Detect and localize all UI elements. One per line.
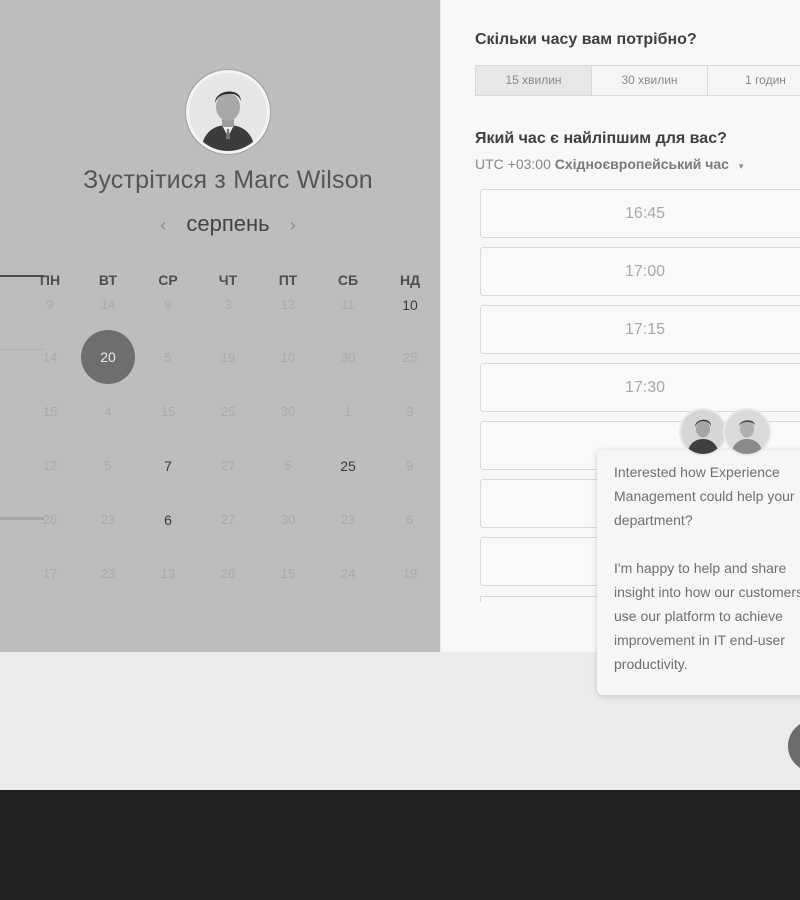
booking-panel: Зустрітися з Marc Wilson ‹ серпень › ПН В… xyxy=(0,0,440,652)
chevron-left-icon[interactable]: ‹ xyxy=(160,215,166,235)
calendar-day[interactable]: 11 xyxy=(328,297,368,312)
calendar-day[interactable]: 15 xyxy=(268,566,308,581)
month-navigation: ‹ серпень › xyxy=(0,211,440,237)
chat-line: department? xyxy=(614,512,693,528)
calendar-day[interactable]: 4 xyxy=(88,404,128,419)
calendar-day[interactable]: 19 xyxy=(390,566,430,581)
calendar-day[interactable]: 12 xyxy=(30,458,70,473)
calendar-day[interactable]: 10 xyxy=(390,297,430,313)
weekday-label: ПТ xyxy=(278,272,298,288)
calendar-day[interactable]: 3 xyxy=(208,297,248,312)
calendar-day[interactable]: 1 xyxy=(328,404,368,419)
timezone-selector[interactable]: UTC +03:00 Східноєвропейський час ▾ xyxy=(475,156,743,172)
agent-avatar xyxy=(723,408,771,456)
calendar-day[interactable]: 5 xyxy=(268,458,308,473)
chat-line: I'm happy to help and share xyxy=(614,560,787,576)
calendar-day[interactable]: 13 xyxy=(148,566,188,581)
time-heading: Який час є найліпшим для вас? xyxy=(475,130,727,147)
person-portrait-icon xyxy=(725,410,769,454)
calendar-day[interactable]: 27 xyxy=(208,458,248,473)
time-slot[interactable]: 17:30 xyxy=(480,363,800,412)
chat-agents xyxy=(677,408,773,460)
person-portrait-icon xyxy=(681,410,725,454)
calendar-day[interactable]: 3 xyxy=(390,404,430,419)
caret-down-icon: ▾ xyxy=(738,161,744,171)
chat-line: Management could help your xyxy=(614,488,795,504)
time-slot[interactable]: 17:15 xyxy=(480,305,800,354)
weekday-label: СБ xyxy=(337,272,359,288)
weekday-label: ЧТ xyxy=(218,272,238,288)
calendar-day[interactable]: 15 xyxy=(148,404,188,419)
calendar-day[interactable]: 15 xyxy=(30,404,70,419)
timezone-offset: UTC +03:00 xyxy=(475,156,551,172)
calendar-day[interactable]: 7 xyxy=(148,458,188,474)
chevron-right-icon[interactable]: › xyxy=(290,215,296,235)
calendar-day[interactable]: 26 xyxy=(208,566,248,581)
calendar-day[interactable]: 14 xyxy=(30,350,70,365)
chat-message: Interested how Experience Management cou… xyxy=(614,460,800,700)
calendar-day[interactable]: 6 xyxy=(148,512,188,528)
calendar-day[interactable]: 9 xyxy=(390,458,430,473)
chat-popup[interactable]: Interested how Experience Management cou… xyxy=(597,450,800,695)
calendar-day[interactable]: 17 xyxy=(30,566,70,581)
calendar-day[interactable]: 24 xyxy=(328,566,368,581)
calendar-day[interactable]: 25 xyxy=(328,458,368,474)
chat-line: Interested how Experience xyxy=(614,464,780,480)
calendar-day[interactable]: 13 xyxy=(268,297,308,312)
calendar-day[interactable]: 9 xyxy=(148,297,188,312)
time-slot[interactable]: 16:45 xyxy=(480,189,800,238)
weekday-label: НД xyxy=(399,272,421,288)
calendar-day[interactable]: 27 xyxy=(208,512,248,527)
chat-line: improvement in IT end-user xyxy=(614,632,785,648)
current-month: серпень xyxy=(186,211,270,236)
duration-heading: Скільки часу вам потрібно? xyxy=(475,31,697,48)
footer-bar xyxy=(0,790,800,900)
calendar-day[interactable]: 5 xyxy=(148,350,188,365)
duration-option-15[interactable]: 15 хвилин xyxy=(475,65,592,96)
duration-option-30[interactable]: 30 хвилин xyxy=(591,65,708,96)
weekday-label: ВТ xyxy=(98,272,118,288)
calendar-day[interactable]: 19 xyxy=(208,350,248,365)
chat-launcher-button[interactable] xyxy=(788,720,800,772)
calendar-day[interactable]: 30 xyxy=(268,512,308,527)
person-portrait-icon xyxy=(189,73,267,151)
weekday-label: ПН xyxy=(39,272,61,288)
calendar-day[interactable]: 6 xyxy=(390,512,430,527)
weekday-label: СР xyxy=(158,272,178,288)
calendar-day[interactable]: 23 xyxy=(88,566,128,581)
chat-line: productivity. xyxy=(614,656,688,672)
chat-line: use our platform to achieve xyxy=(614,608,783,624)
calendar-day[interactable]: 25 xyxy=(390,350,430,365)
calendar-day[interactable]: 10 xyxy=(268,350,308,365)
selected-day[interactable]: 20 xyxy=(81,330,135,384)
calendar-day[interactable]: 30 xyxy=(268,404,308,419)
host-avatar xyxy=(186,70,270,154)
calendar-day[interactable]: 5 xyxy=(88,458,128,473)
timezone-name: Східноєвропейський час xyxy=(554,156,729,172)
calendar-day[interactable]: 23 xyxy=(328,512,368,527)
duration-option-60[interactable]: 1 годин xyxy=(707,65,800,96)
chat-line: insight into how our customers xyxy=(614,584,800,600)
calendar-day[interactable]: 30 xyxy=(328,350,368,365)
calendar-day[interactable]: 23 xyxy=(88,512,128,527)
duration-selector: 15 хвилин 30 хвилин 1 годин xyxy=(475,65,800,96)
calendar-day[interactable]: 14 xyxy=(88,297,128,312)
calendar-day[interactable]: 25 xyxy=(208,404,248,419)
page-title: Зустрітися з Marc Wilson xyxy=(83,166,373,194)
calendar-day[interactable]: 9 xyxy=(30,297,70,312)
time-slot[interactable]: 17:00 xyxy=(480,247,800,296)
calendar-day[interactable]: 26 xyxy=(30,512,70,527)
agent-avatar xyxy=(679,408,727,456)
